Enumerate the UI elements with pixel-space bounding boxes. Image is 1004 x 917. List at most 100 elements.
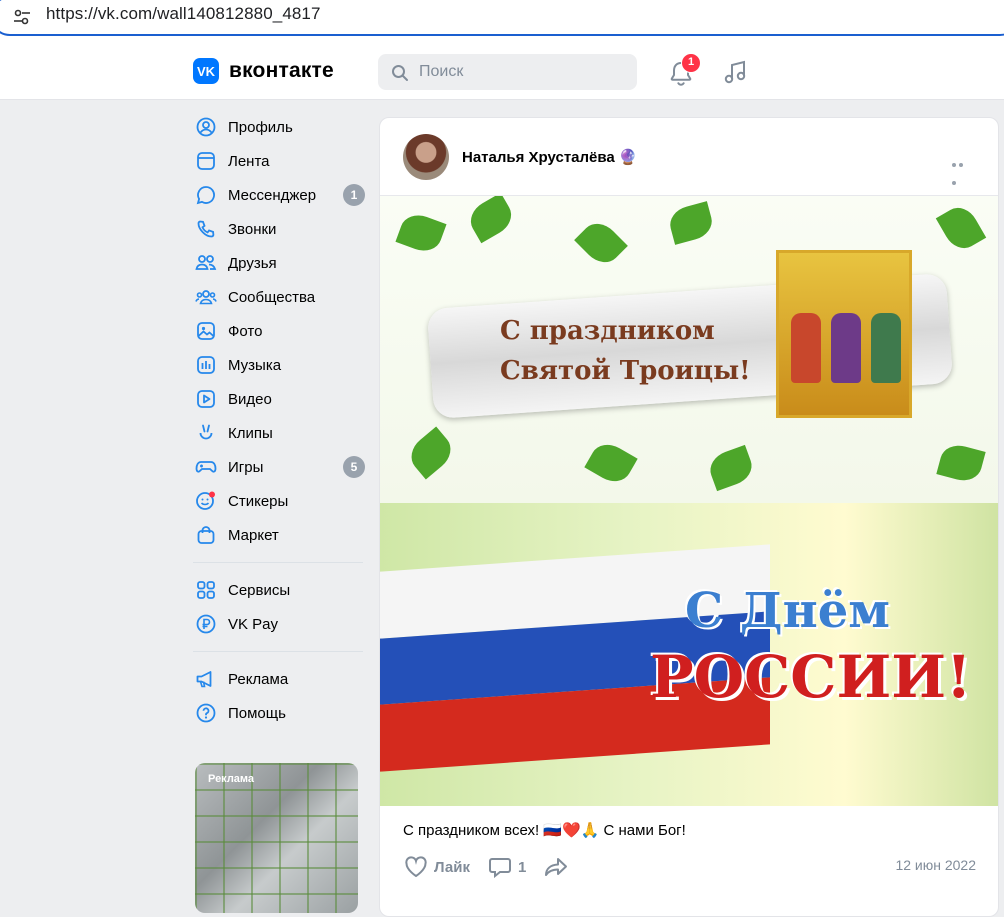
sidebar-item-clips[interactable]: Клипы [193,416,369,450]
sidebar-item-help[interactable]: Помощь [193,696,369,730]
megaphone-icon [193,668,219,690]
like-label: Лайк [434,858,470,876]
friends-icon [193,252,219,274]
url-text[interactable]: https://vk.com/wall140812880_4817 [46,4,321,24]
sidebar-item-games[interactable]: Игры 5 [193,450,369,484]
leaf-decoration [936,441,986,485]
profile-icon [193,116,219,138]
sidebar-item-label: Фото [228,322,263,340]
avatar[interactable] [403,134,449,180]
messenger-icon [193,184,219,206]
sidebar-item-label: Звонки [228,220,277,238]
ad-label: Реклама [208,773,255,785]
post-date[interactable]: 12 июн 2022 [895,857,976,873]
sidebar-item-label: Лента [228,152,270,170]
music-icon [193,354,219,376]
sidebar-item-stickers[interactable]: Стикеры [193,484,369,518]
clips-icon [193,422,219,444]
music-icon[interactable] [722,59,748,87]
author-emoji: 🔮 [618,149,638,166]
sidebar-item-services[interactable]: Сервисы [193,573,369,607]
sidebar-item-feed[interactable]: Лента [193,144,369,178]
search-icon [392,65,408,81]
sidebar-item-label: Маркет [228,526,279,544]
sidebar-item-label: VK Pay [228,615,279,633]
sidebar-item-music[interactable]: Музыка [193,348,369,382]
leaf-decoration [666,201,716,245]
leaf-decoration [403,426,459,480]
sidebar-item-label: Музыка [228,356,282,374]
phone-icon [193,218,219,240]
leaf-decoration [464,196,518,244]
video-icon [193,388,219,410]
sidebar-item-label: Видео [228,390,272,408]
search-input[interactable]: Поиск [378,54,637,90]
sidebar-item-label: Сообщества [228,288,316,306]
like-button[interactable]: Лайк [404,856,470,878]
feed-icon [193,150,219,172]
post-caption: С праздником всех! 🇷🇺❤️🙏 С нами Бог! [403,822,686,839]
comments-count: 1 [517,858,527,876]
comment-icon [488,858,511,878]
vk-logo-icon[interactable]: VK [193,58,219,84]
share-button[interactable] [544,856,568,878]
leaf-decoration [574,216,628,270]
leaf-decoration [705,444,757,492]
messenger-count-badge: 1 [343,184,365,206]
vk-header: VK вконтакте Поиск 1 [0,46,1004,100]
sidebar-item-label: Реклама [228,670,289,688]
site-settings-icon[interactable] [12,7,32,27]
search-placeholder: Поиск [419,63,464,80]
sidebar-item-ads[interactable]: Реклама [193,662,369,696]
sidebar-item-label: Помощь [228,704,286,722]
author-name: Наталья Хрусталёва [462,149,615,166]
sidebar-item-label: Профиль [228,118,293,136]
sidebar-item-photo[interactable]: Фото [193,314,369,348]
communities-icon [193,286,219,308]
trinity-line1: С праздником [500,316,715,346]
sidebar-item-profile[interactable]: Профиль [193,110,369,144]
russia-day-line2: РОССИИ! [650,643,972,711]
vk-logo-text[interactable]: вконтакте [229,59,334,83]
sidebar-item-label: Клипы [228,424,273,442]
left-sidebar: Профиль Лента Мессенджер 1 Звонки Друзья… [193,110,369,730]
leaf-decoration [584,437,638,489]
sidebar-item-friends[interactable]: Друзья [193,246,369,280]
sidebar-item-label: Стикеры [228,492,289,510]
sidebar-item-label: Сервисы [228,581,291,599]
trinity-icon-image [776,250,912,418]
photo-icon [193,320,219,342]
vkpay-icon [193,613,219,635]
trinity-greeting: С праздником Святой Троицы! [500,311,751,391]
sidebar-item-communities[interactable]: Сообщества [193,280,369,314]
browser-address-bar: https://vk.com/wall140812880_4817 [0,0,1004,46]
heart-icon [405,856,427,878]
ad-image [195,763,358,913]
sidebar-divider [193,562,363,563]
services-icon [193,579,219,601]
post-image-trinity[interactable]: С праздником Святой Троицы! [380,196,998,503]
sidebar-item-messenger[interactable]: Мессенджер 1 [193,178,369,212]
comment-button[interactable]: 1 [488,856,526,878]
games-icon [193,456,219,478]
wall-post: Наталья Хрусталёва 🔮 С праздником Святой … [379,117,999,917]
post-actions: Лайк 1 [404,852,586,882]
games-count-badge: 5 [343,456,365,478]
stickers-icon [193,490,219,512]
sidebar-item-calls[interactable]: Звонки [193,212,369,246]
help-icon [193,702,219,724]
sidebar-item-market[interactable]: Маркет [193,518,369,552]
sidebar-item-video[interactable]: Видео [193,382,369,416]
sidebar-item-vkpay[interactable]: VK Pay [193,607,369,641]
post-author[interactable]: Наталья Хрусталёва 🔮 [462,148,637,166]
notifications-badge: 1 [681,53,701,73]
market-icon [193,524,219,546]
post-image-russia-day[interactable]: С Днём РОССИИ! [380,503,998,806]
sidebar-item-label: Друзья [228,254,277,272]
sidebar-ad-banner[interactable]: Реклама [195,763,358,913]
more-options-icon[interactable] [952,154,972,185]
trinity-line2: Святой Троицы! [500,356,751,386]
share-icon [545,858,568,876]
sidebar-item-label: Мессенджер [228,186,317,204]
leaf-decoration [395,209,447,257]
